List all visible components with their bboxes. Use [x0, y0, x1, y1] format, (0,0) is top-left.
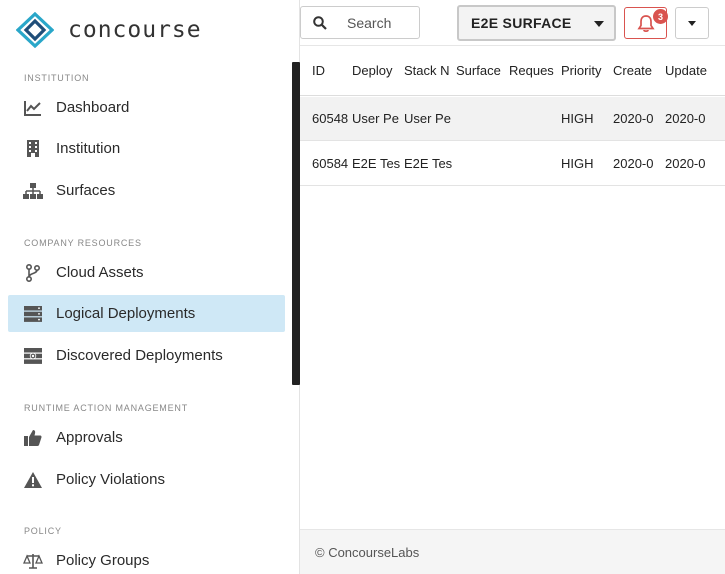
sidebar-item-surfaces[interactable]: Surfaces [8, 172, 285, 209]
chevron-down-icon [688, 21, 696, 26]
column-header-stack[interactable]: Stack N [404, 63, 456, 78]
thumbs-up-icon [23, 428, 43, 448]
sidebar-item-approvals[interactable]: Approvals [8, 419, 285, 456]
cell-deployment: User Pe [352, 111, 399, 126]
sidebar-item-label: Policy Violations [56, 471, 165, 488]
sidebar-scrollbar[interactable] [292, 62, 300, 385]
sidebar-item-logical-deployments[interactable]: Logical Deployments [8, 295, 285, 332]
sidebar-item-cloud-assets[interactable]: Cloud Assets [8, 254, 285, 291]
cell-stack: User Pe [404, 111, 451, 126]
sitemap-icon [23, 181, 43, 201]
discovered-server-icon [23, 346, 43, 366]
cell-id: 60548 [312, 111, 349, 126]
page-footer: © ConcourseLabs [300, 529, 725, 574]
sidebar-item-label: Logical Deployments [56, 305, 196, 322]
column-header-deployment[interactable]: Deploy [352, 63, 404, 78]
section-label-company-resources: COMPANY RESOURCES [24, 238, 142, 248]
balance-scale-icon [23, 551, 43, 571]
sidebar-item-label: Surfaces [56, 182, 116, 199]
table-row[interactable]: 60584 E2E Tes E2E Tes HIGH 2020-0 2020-0 [300, 142, 725, 186]
search-button[interactable]: Search [300, 6, 420, 39]
concourse-logo-icon [16, 12, 54, 48]
cell-created: 2020-0 [613, 156, 654, 171]
column-header-created[interactable]: Create [613, 63, 665, 78]
warning-icon [23, 470, 43, 490]
cell-created: 2020-0 [613, 111, 654, 126]
server-icon [23, 304, 43, 324]
cell-updated: 2020-0 [665, 111, 706, 126]
cell-stack: E2E Tes [404, 156, 453, 171]
search-icon [313, 15, 327, 30]
column-header-priority[interactable]: Priority [561, 63, 613, 78]
deployments-table: ID Deploy Stack N Surface Reques Priorit… [300, 45, 725, 529]
user-menu-button[interactable] [675, 7, 709, 39]
building-icon [23, 139, 43, 159]
footer-copyright: © ConcourseLabs [315, 544, 420, 560]
sidebar-item-label: Cloud Assets [56, 264, 144, 281]
sidebar-item-label: Approvals [56, 429, 123, 446]
section-label-runtime-action-management: RUNTIME ACTION MANAGEMENT [24, 403, 189, 413]
sidebar-item-label: Policy Groups [56, 552, 150, 569]
cell-updated: 2020-0 [665, 156, 706, 171]
code-branch-icon [23, 263, 43, 283]
table-header: ID Deploy Stack N Surface Reques Priorit… [300, 46, 725, 96]
search-label: Search [347, 14, 392, 31]
chart-line-icon [23, 98, 43, 118]
section-label-policy: POLICY [24, 526, 62, 536]
app-name: concourse [68, 17, 202, 43]
sidebar-item-discovered-deployments[interactable]: Discovered Deployments [8, 337, 285, 374]
column-header-id[interactable]: ID [300, 63, 352, 78]
column-header-requested[interactable]: Reques [509, 63, 561, 78]
column-header-surface[interactable]: Surface [456, 63, 509, 78]
sidebar-item-label: Institution [56, 140, 121, 157]
chevron-down-icon [594, 21, 604, 27]
notification-count-badge: 3 [653, 9, 668, 24]
sidebar-item-policy-groups[interactable]: Policy Groups [8, 542, 285, 574]
bell-icon [636, 14, 655, 32]
sidebar-item-label: Discovered Deployments [56, 347, 223, 364]
cell-deployment: E2E Tes [352, 156, 401, 171]
app-logo[interactable]: concourse [16, 12, 202, 48]
cell-id: 60584 [312, 156, 349, 171]
sidebar-item-institution[interactable]: Institution [8, 130, 285, 167]
cell-priority: HIGH [561, 111, 594, 126]
sidebar-item-label: Dashboard [56, 99, 130, 116]
table-row[interactable]: 60548 User Pe User Pe HIGH 2020-0 2020-0 [300, 97, 725, 141]
sidebar-item-policy-violations[interactable]: Policy Violations [8, 461, 285, 498]
surface-selector[interactable]: E2E SURFACE [457, 5, 616, 41]
cell-priority: HIGH [561, 156, 594, 171]
surface-selector-value: E2E SURFACE [471, 15, 572, 31]
section-label-institution: INSTITUTION [24, 73, 90, 83]
column-header-updated[interactable]: Update [665, 63, 715, 78]
sidebar-item-dashboard[interactable]: Dashboard [8, 89, 285, 126]
sidebar: concourse INSTITUTION Dashboard Institut… [0, 0, 300, 574]
